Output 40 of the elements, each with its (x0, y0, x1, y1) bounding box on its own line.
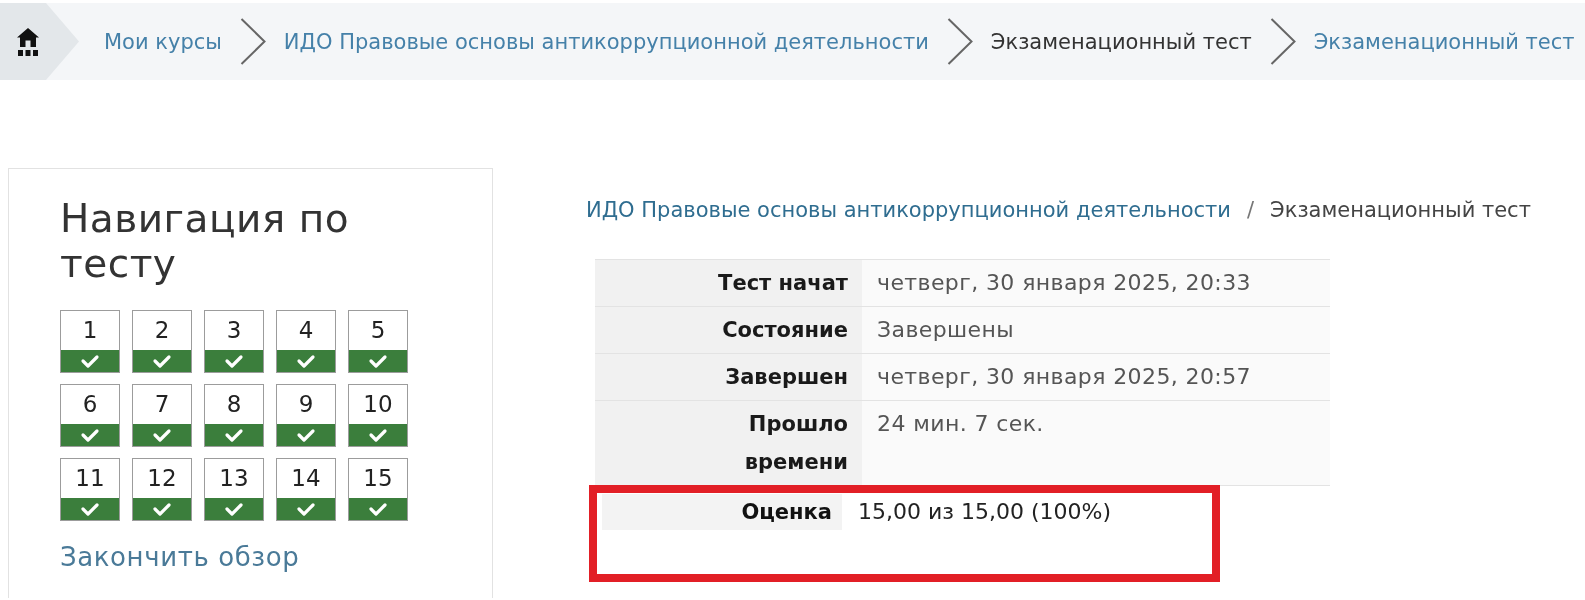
grade-value: 15,00 из 15,00 (100%) (857, 498, 1111, 526)
summary-label: Состояние (595, 307, 862, 353)
question-button[interactable]: 5 (348, 310, 408, 373)
question-button[interactable]: 10 (348, 384, 408, 447)
dots-icon (17, 49, 39, 56)
summary-value: Завершены (862, 307, 1330, 353)
question-button[interactable]: 11 (60, 458, 120, 521)
path-current: Экзаменационный тест (1270, 197, 1531, 223)
chevron-icon (1269, 18, 1296, 65)
question-button[interactable]: 6 (60, 384, 120, 447)
question-button[interactable]: 3 (204, 310, 264, 373)
question-button[interactable]: 4 (276, 310, 336, 373)
chevron-icon (946, 18, 973, 65)
home-button[interactable] (0, 3, 79, 80)
breadcrumb-link[interactable]: Экзаменационный тест (1313, 27, 1575, 56)
question-button[interactable]: 1 (60, 310, 120, 373)
breadcrumb-current: Экзаменационный тест (990, 28, 1252, 56)
summary-label: Прошло времени (595, 401, 862, 485)
home-icon (17, 27, 39, 47)
grade-label: Оценка (602, 494, 842, 530)
path-link[interactable]: ИДО Правовые основы антикоррупционной деятельности (586, 197, 1231, 223)
summary-label: Завершен (595, 354, 862, 400)
question-button[interactable]: 13 (204, 458, 264, 521)
summary-value: четверг, 30 января 2025, 20:33 (862, 260, 1330, 306)
question-button[interactable]: 14 (276, 458, 336, 521)
path-separator: / (1247, 197, 1255, 223)
question-button[interactable]: 8 (204, 384, 264, 447)
finish-review-link[interactable]: Закончить обзор (60, 541, 300, 573)
summary-value: 24 мин. 7 сек. (862, 401, 1330, 485)
panel-title: Навигация по тесту (60, 196, 351, 286)
question-button[interactable]: 7 (132, 384, 192, 447)
question-button[interactable]: 9 (276, 384, 336, 447)
summary-label: Тест начат (595, 260, 862, 306)
breadcrumb-link[interactable]: Мои курсы (104, 27, 222, 56)
question-button[interactable]: 15 (348, 458, 408, 521)
chevron-icon (239, 18, 266, 65)
summary-value: четверг, 30 января 2025, 20:57 (862, 354, 1330, 400)
question-button[interactable]: 2 (132, 310, 192, 373)
breadcrumb-link[interactable]: ИДО Правовые основы антикоррупционной деятельности (283, 27, 929, 56)
question-button[interactable]: 12 (132, 458, 192, 521)
